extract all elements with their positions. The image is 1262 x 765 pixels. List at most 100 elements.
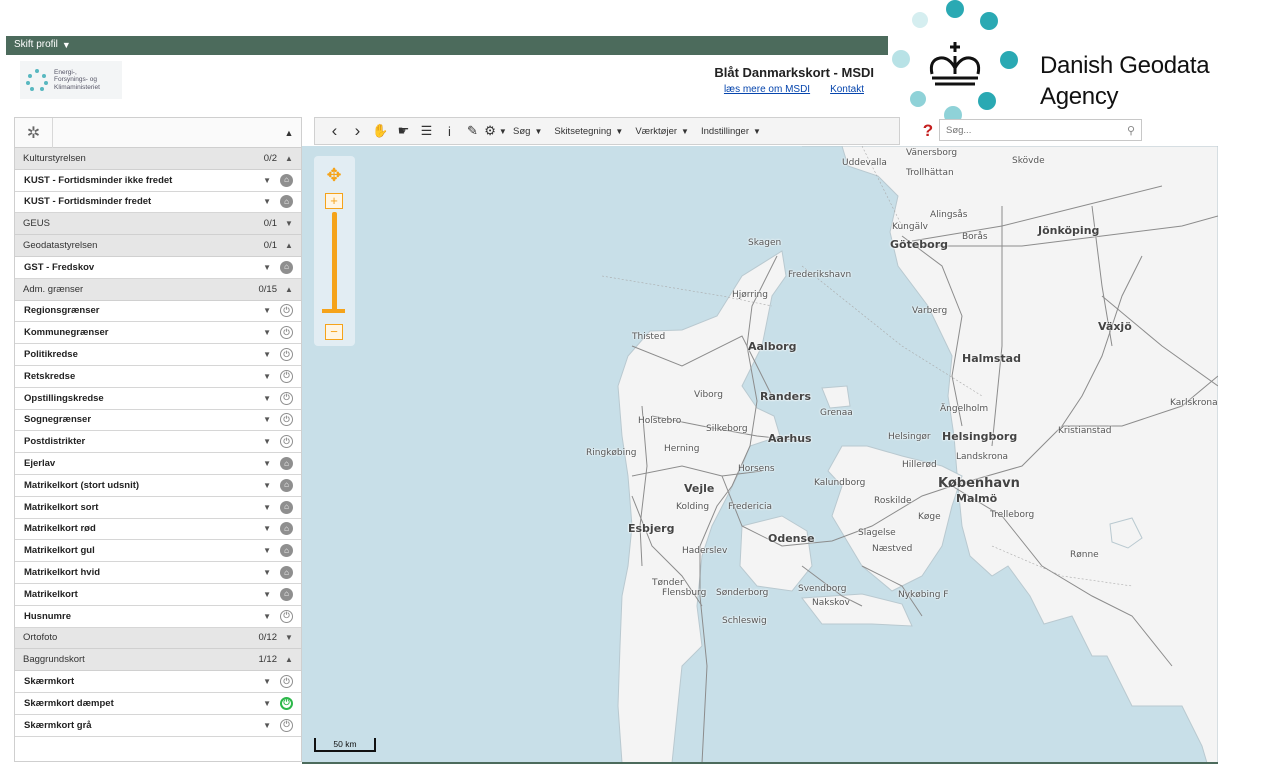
settings-menu[interactable]: Indstillinger ▼ [695,126,767,137]
layer-row[interactable]: KUST - Fortidsminder fredet ▼ ⌂ [15,191,301,214]
search-icon[interactable]: ⚲ [1127,124,1135,137]
layer-row[interactable]: Matrikelkort (stort udsnit) ▼ ⌂ [15,474,301,497]
about-msdi-link[interactable]: læs mere om MSDI [724,84,810,95]
layer-row[interactable]: Ejerlav ▼ ⌂ [15,453,301,475]
chevron-down-icon[interactable]: ▼ [263,612,271,621]
contact-link[interactable]: Kontakt [830,84,864,95]
chevron-down-icon[interactable]: ▼ [263,699,271,708]
lock-icon[interactable]: ⌂ [280,522,293,536]
power-icon[interactable]: ⏻ [280,304,293,318]
info-cursor-icon[interactable]: ☛ [392,118,415,144]
chevron-down-icon[interactable]: ▼ [263,459,271,468]
power-icon[interactable]: ⏻ [280,413,293,427]
lock-icon[interactable]: ⌂ [280,260,293,274]
chevron-down-icon[interactable]: ▼ [263,394,271,403]
layer-row[interactable]: Matrikelkort sort ▼ ⌂ [15,496,301,519]
chevron-down-icon[interactable]: ▼ [263,328,271,337]
lock-icon[interactable]: ⌂ [280,566,293,580]
layer-row[interactable]: Matrikelkort ▼ ⌂ [15,583,301,606]
zoom-out-button[interactable]: − [325,324,343,340]
chevron-down-icon[interactable]: ▼ [263,350,271,359]
power-icon[interactable]: ⏻ [280,675,293,689]
chevron-down-icon[interactable]: ▼ [263,568,271,577]
layer-group-header[interactable]: Baggrundskort 1/12 ▲ [15,649,301,672]
forward-icon[interactable]: › [346,118,369,144]
search-input[interactable] [946,124,1127,136]
layer-row[interactable]: Postdistrikter ▼ ⏻ [15,431,301,454]
zoom-slider-track[interactable] [332,212,337,312]
chevron-up-icon[interactable]: ▲ [285,241,293,250]
chevron-down-icon[interactable]: ▼ [263,197,271,206]
chevron-down-icon[interactable]: ▼ [285,633,293,642]
chevron-down-icon[interactable]: ▼ [263,481,271,490]
power-icon[interactable]: ⏻ [280,609,293,623]
chevron-down-icon[interactable]: ▼ [263,677,271,686]
chevron-down-icon[interactable]: ▼ [263,721,271,730]
layer-row[interactable]: Skærmkort ▼ ⏻ [15,671,301,693]
layer-row[interactable]: Opstillingskredse ▼ ⏻ [15,387,301,410]
layer-row[interactable]: Matrikelkort hvid ▼ ⌂ [15,562,301,584]
layer-group-header[interactable]: Adm. grænser 0/15 ▲ [15,278,301,301]
layer-row[interactable]: Skærmkort grå ▼ ⏻ [15,714,301,737]
chevron-down-icon[interactable]: ▼ [285,219,293,228]
chevron-up-icon[interactable]: ▲ [285,154,293,163]
layer-row[interactable]: Regionsgrænser ▼ ⏻ [15,300,301,323]
layer-group-header[interactable]: Kulturstyrelsen 0/2 ▲ [15,148,301,170]
lock-icon[interactable]: ⌂ [280,544,293,558]
lock-icon[interactable]: ⌂ [280,195,293,209]
pan-hand-icon[interactable]: ✋ [369,118,392,144]
layer-row[interactable]: Kommunegrænser ▼ ⏻ [15,322,301,345]
chevron-down-icon[interactable]: ▼ [263,524,271,533]
chevron-down-icon[interactable]: ▼ [263,372,271,381]
power-icon[interactable]: ⏻ [280,391,293,405]
layer-row[interactable]: Politikredse ▼ ⏻ [15,344,301,366]
switch-profile-menu[interactable]: Skift profil ▼ [14,39,71,50]
layer-row[interactable]: Matrikelkort gul ▼ ⌂ [15,540,301,563]
pan-arrows-icon[interactable]: ✥ [320,162,348,188]
power-icon[interactable]: ⏻ [280,369,293,383]
lock-icon[interactable]: ⌂ [280,457,293,471]
chevron-down-icon[interactable]: ▼ [263,263,271,272]
chevron-down-icon[interactable]: ▼ [263,546,271,555]
power-icon[interactable]: ⏻ [280,435,293,449]
chevron-down-icon[interactable]: ▼ [263,503,271,512]
sketch-menu[interactable]: Skitsetegning ▼ [548,126,629,137]
zoom-in-button[interactable]: + [325,193,343,209]
layer-row[interactable]: Matrikelkort rød ▼ ⌂ [15,518,301,541]
collapse-panel-button[interactable]: ▲ [277,128,301,138]
layer-row[interactable]: KUST - Fortidsminder ikke fredet ▼ ⌂ [15,169,301,192]
layer-row[interactable]: Retskredse ▼ ⏻ [15,365,301,388]
lock-icon[interactable]: ⌂ [280,478,293,492]
map-canvas[interactable]: Uddevalla Vänersborg Trollhättan Skövde Alin… [302,146,1218,763]
lock-icon[interactable]: ⌂ [280,173,293,187]
chevron-down-icon[interactable]: ▼ [263,590,271,599]
layer-row[interactable]: Sognegrænser ▼ ⏻ [15,409,301,432]
help-button[interactable]: ? [920,120,936,142]
power-icon[interactable]: ⏻ [280,348,293,362]
chevron-down-icon[interactable]: ▼ [263,176,271,185]
layer-group-header[interactable]: GEUS 0/1 ▼ [15,213,301,236]
chevron-down-icon[interactable]: ▼ [263,415,271,424]
gear-icon[interactable]: ✲ [15,118,53,148]
layer-group-header[interactable]: Ortofoto 0/12 ▼ [15,627,301,650]
list-icon[interactable]: ☰ [415,118,438,144]
power-icon[interactable]: ⏻ [280,718,293,732]
back-icon[interactable]: ‹ [323,118,346,144]
tools-menu[interactable]: Værktøjer ▼ [629,126,695,137]
lock-icon[interactable]: ⌂ [280,587,293,601]
zoom-slider-handle[interactable] [322,309,345,313]
power-on-icon[interactable]: ⏻ [280,696,293,710]
chevron-down-icon[interactable]: ▼ [263,437,271,446]
layer-row[interactable]: Skærmkort dæmpet ▼ ⏻ [15,692,301,715]
layer-group-header[interactable]: Geodatastyrelsen 0/1 ▲ [15,235,301,257]
chevron-up-icon[interactable]: ▲ [285,285,293,294]
chevron-up-icon[interactable]: ▲ [285,655,293,664]
lock-icon[interactable]: ⌂ [280,500,293,514]
layer-row[interactable]: GST - Fredskov ▼ ⌂ [15,256,301,279]
chevron-down-icon[interactable]: ▼ [263,306,271,315]
layer-row[interactable]: Husnumre ▼ ⏻ [15,605,301,628]
power-icon[interactable]: ⏻ [280,326,293,340]
info-icon[interactable]: i [438,118,461,144]
search-menu[interactable]: Søg ▼ [507,126,548,137]
layers-icon[interactable]: ⚙ ▼ [484,118,507,144]
